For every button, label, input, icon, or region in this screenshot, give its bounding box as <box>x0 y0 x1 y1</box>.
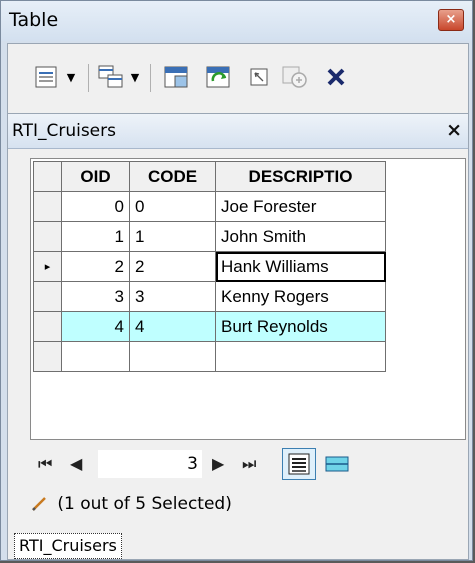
switch-selection-icon[interactable] <box>204 62 234 92</box>
delete-selected-icon[interactable] <box>322 62 350 92</box>
cell-description[interactable]: Joe Forester <box>215 191 386 222</box>
cell-code[interactable] <box>129 341 216 372</box>
show-selected-records-button[interactable] <box>320 448 354 480</box>
table-toolbar: ▼ ▼ <box>7 43 469 114</box>
window-titlebar[interactable]: Table × <box>1 1 472 41</box>
panel-close-button[interactable]: × <box>446 119 462 141</box>
cell-code[interactable]: 2 <box>129 251 216 282</box>
show-all-records-icon <box>288 453 310 475</box>
column-header-oid[interactable]: OID <box>61 161 130 192</box>
related-tables-icon[interactable] <box>96 62 126 92</box>
table-row-new[interactable] <box>33 341 386 372</box>
selection-status-text: (1 out of 5 Selected) <box>57 494 232 514</box>
row-selector[interactable] <box>33 311 62 342</box>
cell-oid[interactable] <box>61 341 130 372</box>
row-selector[interactable] <box>33 221 62 252</box>
table-row[interactable]: 1 1 John Smith <box>33 221 386 252</box>
zoom-to-selected-icon[interactable] <box>280 62 310 92</box>
toolbar-separator <box>88 64 89 92</box>
row-selector[interactable] <box>33 281 62 312</box>
cell-code[interactable]: 4 <box>129 311 216 342</box>
header-row: OID CODE DESCRIPTIO <box>33 161 386 192</box>
table-options-dropdown-icon[interactable]: ▼ <box>64 62 78 92</box>
next-record-icon[interactable]: ▶ <box>212 454 224 473</box>
table-options-icon[interactable] <box>32 62 60 92</box>
attribute-table: OID CODE DESCRIPTIO 0 0 Joe Forester 1 1… <box>33 161 386 372</box>
last-record-icon[interactable]: ⏭ <box>242 454 256 474</box>
current-record-field[interactable]: 3 <box>98 450 202 478</box>
table-row[interactable]: 3 3 Kenny Rogers <box>33 281 386 312</box>
table-panel: RTI_Cruisers × OID CODE DESCRIPTIO 0 0 J… <box>7 113 469 535</box>
column-header-code[interactable]: CODE <box>129 161 216 192</box>
first-record-icon[interactable]: ⏮ <box>38 454 52 474</box>
edit-pencil-icon <box>32 497 46 511</box>
current-row-marker-icon[interactable]: ▸ <box>33 251 62 282</box>
table-window: Table × ▼ ▼ RTI_Cruisers × OID CODE DESC… <box>0 0 473 561</box>
show-all-records-button[interactable] <box>282 448 316 480</box>
select-by-attributes-icon[interactable] <box>162 62 192 92</box>
window-title: Table <box>9 9 59 31</box>
cell-description[interactable]: John Smith <box>215 221 386 252</box>
show-selected-records-icon <box>325 456 349 472</box>
panel-header: RTI_Cruisers × <box>8 114 468 149</box>
cell-oid[interactable]: 4 <box>61 311 130 342</box>
cell-code[interactable]: 0 <box>129 191 216 222</box>
cell-description[interactable]: Burt Reynolds <box>215 311 386 342</box>
cell-oid[interactable]: 1 <box>61 221 130 252</box>
related-tables-dropdown-icon[interactable]: ▼ <box>128 62 142 92</box>
row-selector[interactable] <box>33 191 62 222</box>
row-selector[interactable] <box>33 341 62 372</box>
previous-record-icon[interactable]: ◀ <box>70 454 82 473</box>
selection-status: (1 out of 5 Selected) <box>30 494 460 526</box>
cell-oid[interactable]: 2 <box>61 251 130 282</box>
table-row-selected[interactable]: 4 4 Burt Reynolds <box>33 311 386 342</box>
cell-code[interactable]: 3 <box>129 281 216 312</box>
cell-description[interactable] <box>215 341 386 372</box>
cell-oid[interactable]: 3 <box>61 281 130 312</box>
column-header-description[interactable]: DESCRIPTIO <box>215 161 386 192</box>
select-all-corner[interactable] <box>33 161 62 192</box>
table-row[interactable]: ▸ 2 2 Hank Williams <box>33 251 386 282</box>
attribute-grid[interactable]: OID CODE DESCRIPTIO 0 0 Joe Forester 1 1… <box>30 158 466 440</box>
cell-oid[interactable]: 0 <box>61 191 130 222</box>
cell-description-focused[interactable]: Hank Williams <box>215 251 386 282</box>
table-row[interactable]: 0 0 Joe Forester <box>33 191 386 222</box>
window-close-button[interactable]: × <box>438 9 464 31</box>
tab-rti-cruisers[interactable]: RTI_Cruisers <box>14 533 122 559</box>
panel-title: RTI_Cruisers <box>12 121 116 141</box>
cell-description[interactable]: Kenny Rogers <box>215 281 386 312</box>
record-navigation-bar: ⏮ ◀ 3 ▶ ⏭ <box>30 444 464 486</box>
clear-selection-icon[interactable] <box>246 62 272 92</box>
table-tab-bar: RTI_Cruisers <box>7 533 469 560</box>
cell-code[interactable]: 1 <box>129 221 216 252</box>
toolbar-separator <box>150 64 151 92</box>
